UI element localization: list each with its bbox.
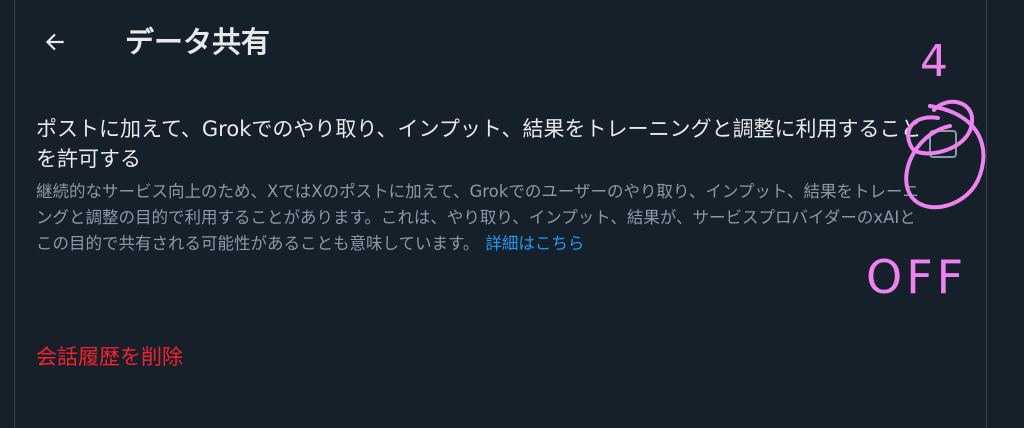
setting-label: ポストに加えて、Grokでのやり取り、インプット、結果をトレーニングと調整に利用… <box>36 117 922 171</box>
arrow-left-icon <box>45 33 64 51</box>
page-header: データ共有 <box>15 0 986 88</box>
learn-more-link[interactable]: 詳細はこちら <box>485 234 584 253</box>
grok-data-sharing-setting: ポストに加えて、Grokでのやり取り、インプット、結果をトレーニングと調整に利用… <box>36 114 926 257</box>
right-divider <box>986 0 987 428</box>
annotation-off-label: OFF <box>866 250 968 304</box>
setting-description: 継続的なサービス向上のため、XではXのポストに加えて、Grokでのユーザーのやり… <box>36 179 926 257</box>
page-title: データ共有 <box>125 25 271 59</box>
setting-description-text: 継続的なサービス向上のため、XではXのポストに加えて、Grokでのユーザーのやり… <box>36 182 919 253</box>
grok-data-sharing-checkbox[interactable] <box>929 130 957 158</box>
delete-conversation-history-button[interactable]: 会話履歴を削除 <box>36 342 183 372</box>
back-button[interactable] <box>37 22 73 62</box>
